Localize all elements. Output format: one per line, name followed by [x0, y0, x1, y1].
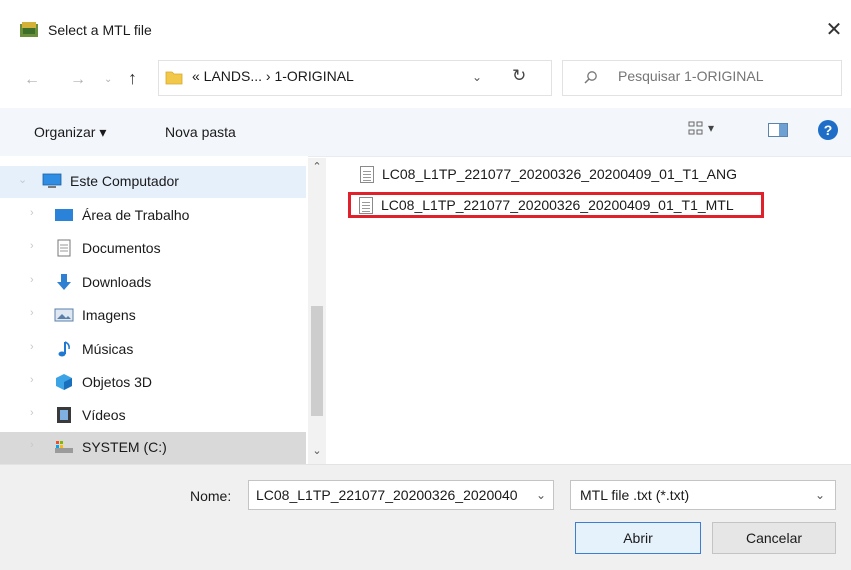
desktop-icon — [55, 209, 73, 221]
sidebar-item-label: Vídeos — [82, 407, 126, 423]
file-name: LC08_L1TP_221077_20200326_20200409_01_T1… — [382, 166, 737, 182]
sidebar-item-label: Downloads — [82, 274, 152, 290]
back-button[interactable]: ← — [24, 70, 40, 90]
sidebar-item-label: Documentos — [82, 240, 161, 256]
list-item[interactable]: LC08_L1TP_221077_20200326_20200409_01_T1… — [354, 162, 764, 188]
drive-icon — [55, 441, 73, 453]
organize-button[interactable]: Organizar ▾ — [34, 124, 106, 141]
refresh-icon[interactable]: ↻ — [512, 66, 526, 86]
chevron-right-icon[interactable]: › — [30, 207, 34, 219]
chevron-right-icon[interactable]: › — [30, 341, 34, 353]
text-file-icon — [360, 166, 374, 183]
chevron-right-icon[interactable]: › — [30, 307, 34, 319]
3d-objects-icon — [56, 374, 72, 390]
sidebar-item-label: SYSTEM (C:) — [82, 439, 167, 455]
sidebar-item-3d-objects[interactable]: › Objetos 3D — [0, 367, 306, 399]
close-button[interactable]: ✕ — [822, 16, 846, 44]
sidebar-item-label: Objetos 3D — [82, 374, 153, 390]
sidebar-item-desktop[interactable]: › Área de Trabalho — [0, 200, 306, 232]
scroll-down-icon[interactable]: ⌄ — [308, 444, 326, 458]
list-item-highlighted[interactable]: LC08_L1TP_221077_20200326_20200409_01_T1… — [348, 192, 764, 218]
file-type-value[interactable]: MTL file .txt (*.txt) — [580, 487, 689, 503]
computer-icon — [42, 173, 62, 188]
chevron-right-icon[interactable]: › — [30, 240, 34, 252]
folder-icon — [165, 71, 183, 85]
chevron-right-icon[interactable]: › — [30, 407, 34, 419]
sidebar-item-this-pc[interactable]: ⌄ Este Computador — [0, 166, 306, 198]
text-file-icon — [359, 197, 373, 214]
sidebar-item-videos[interactable]: › Vídeos — [0, 400, 306, 432]
chevron-right-icon[interactable]: › — [30, 274, 34, 286]
music-icon — [58, 341, 70, 357]
forward-button[interactable]: → — [70, 70, 86, 90]
sidebar-item-pictures[interactable]: › Imagens — [0, 300, 306, 332]
sidebar-item-label: Área de Trabalho — [82, 207, 190, 223]
sidebar-item-documents[interactable]: › Documentos — [0, 233, 306, 265]
file-name-label: Nome: — [190, 488, 232, 504]
new-folder-button[interactable]: Nova pasta — [165, 124, 236, 140]
pictures-icon — [54, 308, 74, 322]
open-button[interactable]: Abrir — [575, 522, 701, 554]
preview-pane-icon[interactable] — [768, 123, 788, 137]
help-icon[interactable]: ? — [818, 120, 838, 140]
chevron-down-icon[interactable]: ⌄ — [18, 173, 27, 186]
chevron-down-icon: ▾ — [708, 121, 715, 135]
search-input[interactable] — [618, 68, 828, 84]
file-name: LC08_L1TP_221077_20200326_20200409_01_T1… — [381, 197, 734, 213]
app-icon — [20, 22, 38, 37]
chevron-down-icon[interactable]: ⌄ — [472, 70, 482, 84]
up-folder-button[interactable]: ↑ — [128, 68, 137, 88]
videos-icon — [57, 407, 71, 423]
window-title: Select a MTL file — [48, 22, 152, 38]
search-icon — [584, 71, 597, 84]
scroll-up-icon[interactable]: ⌃ — [308, 160, 326, 174]
toolbar — [0, 108, 851, 157]
file-name-value[interactable]: LC08_L1TP_221077_20200326_2020040 — [256, 487, 531, 503]
view-options-button[interactable]: ▾ — [688, 120, 716, 140]
address-path[interactable]: « LANDS... › 1-ORIGINAL — [192, 68, 354, 84]
scrollbar-thumb[interactable] — [311, 306, 323, 416]
sidebar-item-downloads[interactable]: › Downloads — [0, 267, 306, 299]
downloads-icon — [57, 274, 71, 290]
sidebar-item-system-drive[interactable]: › SYSTEM (C:) — [0, 432, 306, 464]
sidebar-item-label: Músicas — [82, 341, 134, 357]
chevron-down-icon[interactable]: ⌄ — [815, 488, 825, 502]
recent-locations-icon[interactable]: ⌄ — [104, 70, 112, 90]
chevron-down-icon[interactable]: ⌄ — [536, 488, 546, 502]
sidebar-item-label: Este Computador — [70, 173, 179, 189]
chevron-right-icon[interactable]: › — [30, 374, 34, 386]
sidebar-item-label: Imagens — [82, 307, 136, 323]
chevron-right-icon[interactable]: › — [30, 439, 34, 451]
sidebar-item-music[interactable]: › Músicas — [0, 334, 306, 366]
documents-icon — [57, 239, 71, 257]
cancel-button[interactable]: Cancelar — [712, 522, 836, 554]
view-icon — [688, 121, 703, 135]
